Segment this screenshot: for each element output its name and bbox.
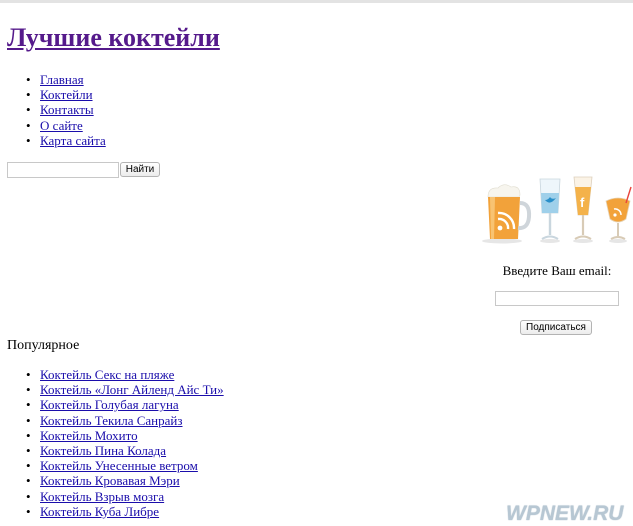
popular-link[interactable]: Коктейль Голубая лагуна (40, 397, 179, 412)
nav-item-sitemap: Карта сайта (7, 133, 106, 148)
watermark: WPNEW.RU (506, 502, 624, 525)
list-item: Коктейль Секс на пляже (7, 367, 224, 382)
nav-item-contacts: Контакты (7, 102, 106, 117)
nav-item-about: О сайте (7, 118, 106, 133)
popular-link[interactable]: Коктейль Текила Санрайз (40, 413, 183, 428)
main-nav: Главная Коктейли Контакты О сайте Карта … (7, 72, 106, 148)
list-item: Коктейль Взрыв мозга (7, 489, 224, 504)
nav-item-home: Главная (7, 72, 106, 87)
subscribe-button[interactable]: Подписаться (520, 320, 592, 335)
browser-top-line (0, 0, 633, 3)
list-item: Коктейль Мохито (7, 428, 224, 443)
nav-item-cocktails: Коктейли (7, 87, 106, 102)
rss-cocktail-glass-icon[interactable] (605, 186, 632, 243)
search-button[interactable]: Найти (120, 162, 160, 177)
list-item: Коктейль Пина Колада (7, 443, 224, 458)
nav-link-home[interactable]: Главная (40, 72, 84, 87)
social-glasses-banner: f (482, 176, 632, 244)
facebook-glass-icon[interactable]: f (573, 176, 593, 243)
popular-list: Коктейль Секс на пляже Коктейль «Лонг Ай… (7, 367, 224, 519)
nav-link-contacts[interactable]: Контакты (40, 102, 94, 117)
list-item: Коктейль Кровавая Мэри (7, 473, 224, 488)
email-label: Введите Ваш email: (502, 263, 612, 278)
popular-link[interactable]: Коктейль Унесенные ветром (40, 458, 198, 473)
popular-link[interactable]: Коктейль Куба Либре (40, 504, 159, 519)
list-item: Коктейль «Лонг Айленд Айс Ти» (7, 382, 224, 397)
popular-link[interactable]: Коктейль Секс на пляже (40, 367, 174, 382)
nav-link-cocktails[interactable]: Коктейли (40, 87, 93, 102)
list-item: Коктейль Текила Санрайз (7, 413, 224, 428)
site-title-link[interactable]: Лучшие коктейли (7, 23, 220, 52)
search-input[interactable] (7, 162, 119, 178)
email-input[interactable] (495, 291, 619, 306)
popular-link[interactable]: Коктейль «Лонг Айленд Айс Ти» (40, 382, 224, 397)
list-item: Коктейль Голубая лагуна (7, 397, 224, 412)
site-title: Лучшие коктейли (7, 22, 220, 54)
svg-text:f: f (580, 195, 585, 210)
list-item: Коктейль Куба Либре (7, 504, 224, 519)
popular-link[interactable]: Коктейль Кровавая Мэри (40, 473, 180, 488)
twitter-glass-icon[interactable] (539, 178, 561, 243)
list-item: Коктейль Унесенные ветром (7, 458, 224, 473)
popular-heading: Популярное (7, 338, 80, 353)
popular-link[interactable]: Коктейль Взрыв мозга (40, 489, 164, 504)
popular-link[interactable]: Коктейль Мохито (40, 428, 138, 443)
nav-link-sitemap[interactable]: Карта сайта (40, 133, 106, 148)
rss-beer-glass-icon[interactable] (482, 184, 532, 244)
nav-link-about[interactable]: О сайте (40, 118, 83, 133)
popular-link[interactable]: Коктейль Пина Колада (40, 443, 166, 458)
